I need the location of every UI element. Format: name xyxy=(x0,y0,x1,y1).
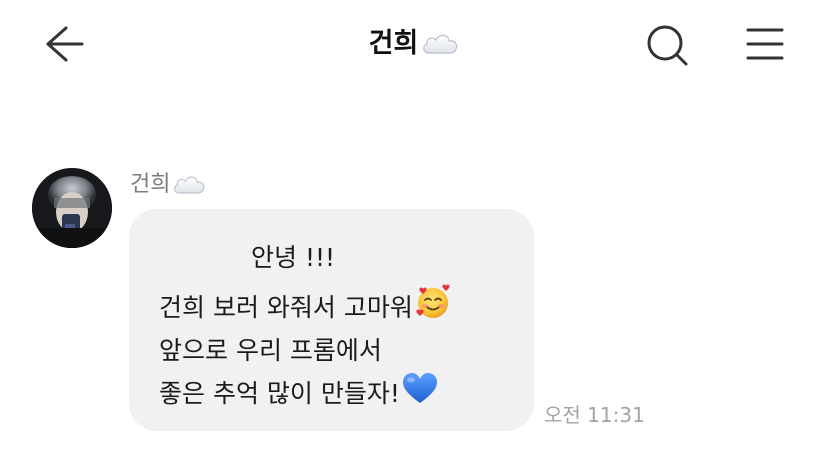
message-timestamp: 오전 11:31 xyxy=(544,403,645,427)
message-line: 좋은 추억 많이 만들자! xyxy=(159,373,439,417)
menu-button[interactable] xyxy=(742,22,788,66)
chat-title: 건희 xyxy=(0,24,828,64)
search-icon xyxy=(647,25,688,66)
chat-title-text: 건희 xyxy=(368,28,419,59)
message-line-text: 앞으로 우리 프롬에서 xyxy=(159,336,382,365)
message-line: 앞으로 우리 프롬에서 xyxy=(159,333,382,369)
message-line-text: 건희 보러 와줘서 고마워 xyxy=(159,293,413,322)
avatar[interactable] xyxy=(32,168,112,248)
smiling-face-with-hearts-icon xyxy=(414,283,452,331)
message-bubble[interactable]: 안녕 !!! 건희 보러 와줘서 고마워 앞으로 우리 프롬에서 좋은 추억 많… xyxy=(129,209,534,431)
search-button[interactable] xyxy=(642,20,692,70)
cloud-icon xyxy=(421,31,459,55)
message-line-text: 좋은 추억 많이 만들자! xyxy=(159,379,400,408)
chat-screen: 건희 건희 안녕 !!! 건희 보러 와줘서 고마워 앞으로 우리 프롬에서 좋… xyxy=(0,0,828,450)
message-line-text: 안녕 !!! xyxy=(251,243,336,272)
chat-header: 건희 xyxy=(0,0,828,90)
blue-heart-icon xyxy=(401,371,439,415)
message-line: 안녕 !!! xyxy=(251,240,335,276)
message-line: 건희 보러 와줘서 고마워 xyxy=(159,283,452,333)
avatar-image xyxy=(32,168,112,248)
sender-name-text: 건희 xyxy=(130,172,171,197)
menu-icon xyxy=(746,28,784,60)
sender-name: 건희 xyxy=(130,170,206,200)
cloud-icon xyxy=(172,173,206,195)
